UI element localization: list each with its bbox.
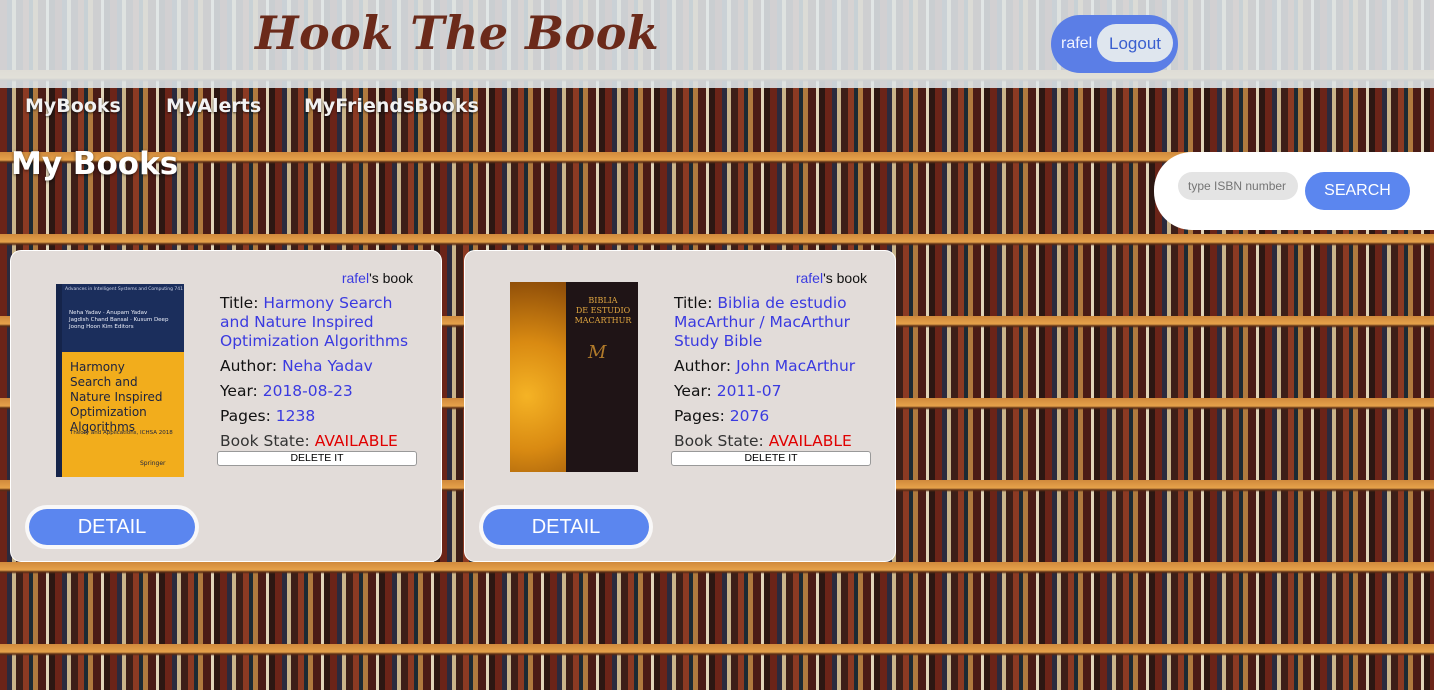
nav-link-mybooks[interactable]: MyBooks [25,95,121,117]
book-owner: rafel's book [341,270,413,286]
book-card: rafel's book BIBLIA DE ESTUDIO MACARTHUR… [464,250,896,562]
book-owner: rafel's book [795,270,867,286]
pages-label: Pages: [220,407,271,425]
logout-button[interactable]: Logout [1097,24,1173,62]
book-pages: 1238 [275,407,316,425]
title-label: Title: [674,294,713,312]
delete-book-button[interactable]: DELETE IT [671,451,871,466]
title-label: Title: [220,294,259,312]
book-author: John MacArthur [736,357,856,375]
search-button[interactable]: SEARCH [1305,172,1410,210]
isbn-search-input[interactable] [1178,172,1298,200]
delete-book-button[interactable]: DELETE IT [217,451,417,466]
author-label: Author: [220,357,278,375]
state-label: Book State: [674,432,764,450]
state-label: Book State: [220,432,310,450]
book-state: AVAILABLE [314,432,398,450]
book-info: Title: Harmony Search and Nature Inspire… [220,294,420,457]
pages-label: Pages: [674,407,725,425]
book-cover-image: BIBLIA DE ESTUDIO MACARTHUR M [510,282,638,472]
detail-button[interactable]: DETAIL [29,509,195,545]
book-year: 2011-07 [716,382,782,400]
owner-link[interactable]: rafel [796,270,823,286]
isbn-search-panel: SEARCH [1154,152,1434,230]
user-menu: rafel Logout [1051,15,1178,73]
nav-link-myfriendsbooks[interactable]: MyFriendsBooks [304,95,479,117]
username-label: rafel [1061,35,1093,52]
book-pages: 2076 [729,407,770,425]
header-bar [0,0,1434,88]
book-info: Title: Biblia de estudio MacArthur / Mac… [674,294,874,457]
page-title: My Books [11,146,179,182]
author-label: Author: [674,357,732,375]
site-title[interactable]: Hook The Book [255,6,659,60]
owner-link[interactable]: rafel [342,270,369,286]
book-state: AVAILABLE [768,432,852,450]
nav-link-myalerts[interactable]: MyAlerts [166,95,261,117]
book-cover-image: Advances in Intelligent Systems and Comp… [56,284,184,477]
year-label: Year: [674,382,712,400]
book-year: 2018-08-23 [262,382,353,400]
detail-button[interactable]: DETAIL [483,509,649,545]
year-label: Year: [220,382,258,400]
book-author: Neha Yadav [282,357,373,375]
book-card: rafel's book Advances in Intelligent Sys… [10,250,442,562]
